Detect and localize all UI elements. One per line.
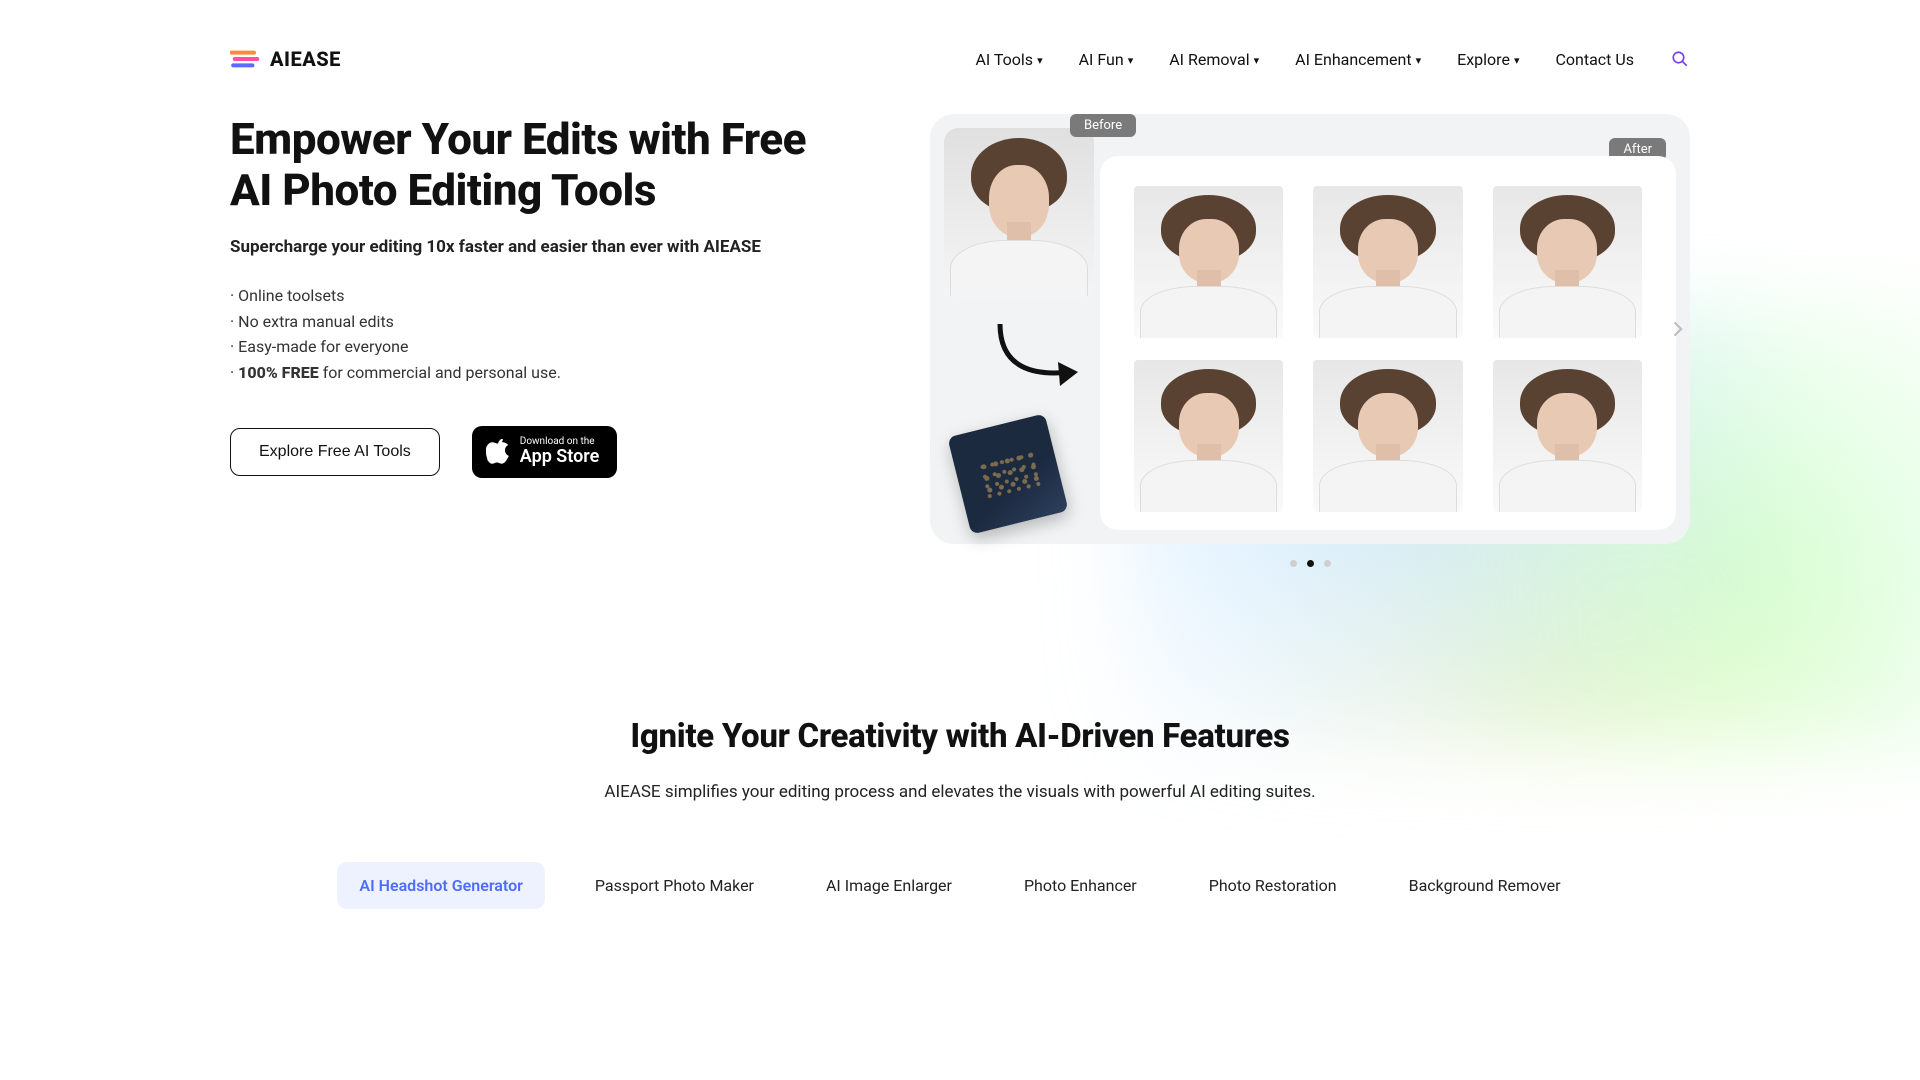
chevron-right-icon xyxy=(1667,319,1687,339)
chevron-down-icon: ▾ xyxy=(1128,55,1134,66)
bullet: · Online toolsets xyxy=(230,283,890,309)
hero: Empower Your Edits with Free AI Photo Ed… xyxy=(230,114,1690,567)
tab-photo-enhancer[interactable]: Photo Enhancer xyxy=(1002,862,1159,909)
search-icon[interactable] xyxy=(1670,49,1690,69)
hero-title: Empower Your Edits with Free AI Photo Ed… xyxy=(230,114,890,215)
carousel-card: Before After xyxy=(930,114,1690,544)
chevron-down-icon: ▾ xyxy=(1416,55,1422,66)
hero-title-line2: AI Photo Editing Tools xyxy=(230,164,656,216)
nav-label: AI Fun xyxy=(1079,50,1124,69)
feature-tabs: AI Headshot Generator Passport Photo Mak… xyxy=(230,862,1690,909)
apple-icon xyxy=(486,438,510,466)
bullet-rest: for commercial and personal use. xyxy=(319,363,561,382)
tab-passport-photo[interactable]: Passport Photo Maker xyxy=(573,862,776,909)
carousel-dot-2[interactable] xyxy=(1307,560,1314,567)
after-grid xyxy=(1100,156,1676,530)
brand-name: AIEASE xyxy=(270,47,341,71)
features-section: Ignite Your Creativity with AI-Driven Fe… xyxy=(230,717,1690,909)
nav-label: AI Enhancement xyxy=(1295,50,1411,69)
carousel-dots xyxy=(930,560,1690,567)
bullet: · 100% FREE for commercial and personal … xyxy=(230,360,890,386)
hero-visual: Before After xyxy=(930,114,1690,567)
app-store-button[interactable]: Download on the App Store xyxy=(472,426,618,478)
tab-photo-restoration[interactable]: Photo Restoration xyxy=(1187,862,1359,909)
explore-tools-button[interactable]: Explore Free AI Tools xyxy=(230,428,440,476)
nav-item-explore[interactable]: Explore ▾ xyxy=(1457,50,1519,69)
hero-copy: Empower Your Edits with Free AI Photo Ed… xyxy=(230,114,890,478)
appstore-big: App Store xyxy=(520,447,600,467)
nav-item-ai-removal[interactable]: AI Removal ▾ xyxy=(1169,50,1259,69)
passport-icon xyxy=(947,413,1068,534)
hero-bullets: · Online toolsets · No extra manual edit… xyxy=(230,283,890,385)
nav-label: Contact Us xyxy=(1555,50,1634,69)
features-subtitle: AIEASE simplifies your editing process a… xyxy=(230,782,1690,802)
features-title: Ignite Your Creativity with AI-Driven Fe… xyxy=(230,717,1690,756)
nav-label: AI Removal xyxy=(1169,50,1249,69)
before-badge: Before xyxy=(1070,114,1136,137)
logo-icon xyxy=(230,47,262,71)
chevron-down-icon: ▾ xyxy=(1037,55,1043,66)
carousel-dot-3[interactable] xyxy=(1324,560,1331,567)
headshot-5 xyxy=(1313,360,1462,512)
hero-ctas: Explore Free AI Tools Download on the Ap… xyxy=(230,426,890,478)
nav-label: AI Tools xyxy=(975,50,1033,69)
headshot-1 xyxy=(1134,186,1283,338)
hero-title-line1: Empower Your Edits with Free xyxy=(230,113,806,165)
nav-label: Explore xyxy=(1457,50,1510,69)
nav-links: AI Tools ▾ AI Fun ▾ AI Removal ▾ AI Enha… xyxy=(975,49,1690,69)
hero-subtitle: Supercharge your editing 10x faster and … xyxy=(230,237,890,257)
nav-item-ai-tools[interactable]: AI Tools ▾ xyxy=(975,50,1042,69)
tab-headshot-generator[interactable]: AI Headshot Generator xyxy=(337,862,545,909)
brand-logo[interactable]: AIEASE xyxy=(230,47,341,71)
carousel-next-button[interactable] xyxy=(1660,299,1694,359)
tab-image-enlarger[interactable]: AI Image Enlarger xyxy=(804,862,974,909)
top-nav: AIEASE AI Tools ▾ AI Fun ▾ AI Removal ▾ … xyxy=(230,0,1690,90)
chevron-down-icon: ▾ xyxy=(1514,55,1520,66)
carousel-dot-1[interactable] xyxy=(1290,560,1297,567)
nav-item-ai-fun[interactable]: AI Fun ▾ xyxy=(1079,50,1134,69)
nav-item-contact[interactable]: Contact Us xyxy=(1555,50,1634,69)
headshot-6 xyxy=(1493,360,1642,512)
chevron-down-icon: ▾ xyxy=(1254,55,1260,66)
bullet: · Easy-made for everyone xyxy=(230,334,890,360)
headshot-3 xyxy=(1493,186,1642,338)
bullet: · No extra manual edits xyxy=(230,309,890,335)
headshot-4 xyxy=(1134,360,1283,512)
tab-background-remover[interactable]: Background Remover xyxy=(1387,862,1583,909)
appstore-text: Download on the App Store xyxy=(520,437,600,467)
bullet-strong: 100% FREE xyxy=(238,363,319,382)
nav-item-ai-enhancement[interactable]: AI Enhancement ▾ xyxy=(1295,50,1421,69)
headshot-2 xyxy=(1313,186,1462,338)
arrow-icon xyxy=(980,314,1090,394)
